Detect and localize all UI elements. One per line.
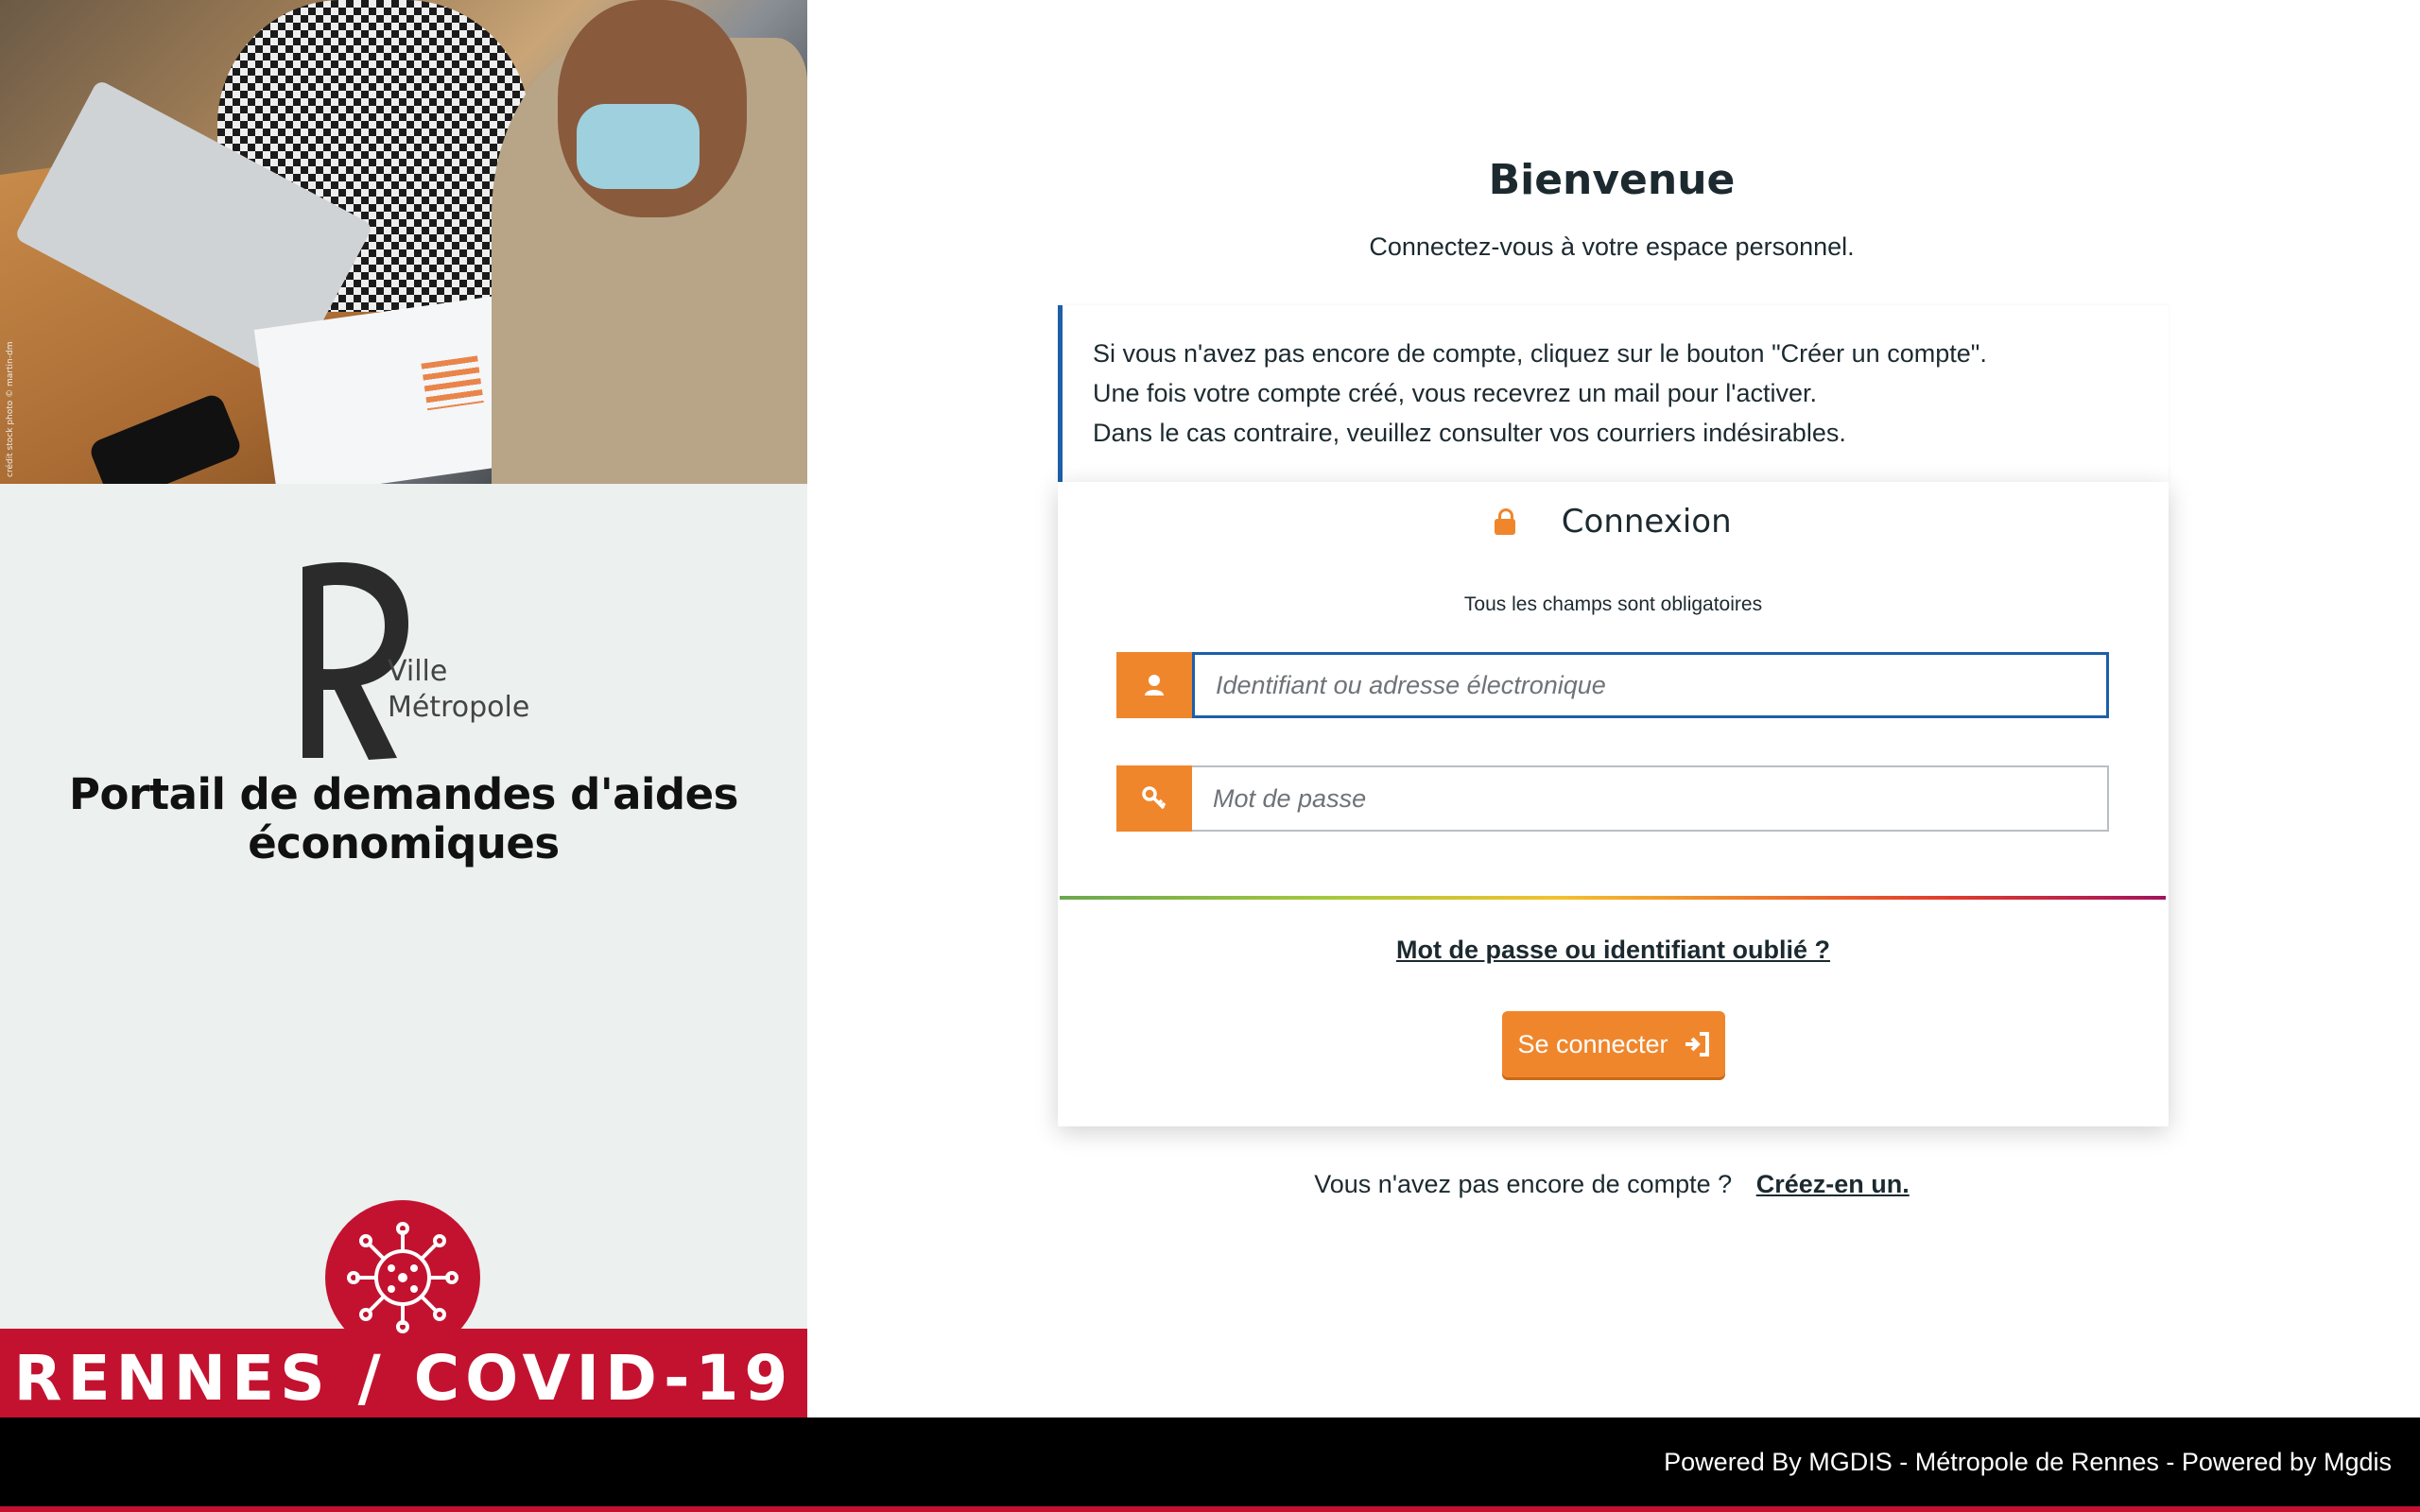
login-header: Connexion xyxy=(1058,503,2169,541)
lock-icon xyxy=(1495,508,1516,535)
info-box: Si vous n'avez pas encore de compte, cli… xyxy=(1058,305,2169,483)
photo-paper xyxy=(253,295,522,484)
required-note: Tous les champs sont obligatoires xyxy=(1463,593,1763,615)
password-input[interactable] xyxy=(1192,765,2109,832)
password-addon xyxy=(1116,765,1192,832)
create-account-link[interactable]: Créez-en un. xyxy=(1756,1170,1910,1198)
login-title: Connexion xyxy=(1561,503,1732,541)
footer-strip xyxy=(0,1506,2420,1512)
forgot-password-link[interactable]: Mot de passe ou identifiant oublié ? xyxy=(1058,936,2169,965)
photo-credit: crédit stock photo © martin-dm xyxy=(6,341,15,477)
left-panel: crédit stock photo © martin-dm Ville Mét… xyxy=(0,0,807,1418)
user-icon xyxy=(1145,675,1164,696)
login-card: Connexion Tous les champs sont obligatoi… xyxy=(1058,482,2169,1126)
photo-paper-chart xyxy=(421,355,484,411)
welcome-subtitle: Connectez-vous à votre espace personnel. xyxy=(1369,232,1855,261)
footer-text: Powered By MGDIS - Métropole de Rennes -… xyxy=(1664,1448,2392,1476)
password-field xyxy=(1116,765,2109,832)
rainbow-divider xyxy=(1060,896,2166,900)
welcome-title: Bienvenue xyxy=(1488,156,1736,204)
key-icon xyxy=(1142,786,1167,810)
logo-text-metropole: Métropole xyxy=(388,691,530,724)
header-photo: crédit stock photo © martin-dm xyxy=(0,0,807,484)
portal-title-line2: économiques xyxy=(248,818,560,868)
logo-text: Ville Métropole xyxy=(388,654,529,726)
sign-in-icon xyxy=(1685,1032,1709,1057)
username-addon xyxy=(1116,652,1192,718)
login-button-label: Se connecter xyxy=(1517,1029,1668,1058)
username-input[interactable] xyxy=(1192,652,2109,718)
footer: Powered By MGDIS - Métropole de Rennes -… xyxy=(0,1418,2420,1506)
info-line: Si vous n'avez pas encore de compte, cli… xyxy=(1093,339,1987,368)
virus-icon xyxy=(347,1222,458,1333)
portal-title: Portail de demandes d'aides économiques xyxy=(57,770,751,868)
username-field xyxy=(1116,652,2109,718)
login-button[interactable]: Se connecter xyxy=(1502,1011,1725,1077)
logo-text-ville: Ville xyxy=(388,655,448,688)
photo-mask xyxy=(577,104,700,189)
portal-title-line1: Portail de demandes d'aides xyxy=(69,769,738,819)
signup-row: Vous n'avez pas encore de compte ? Créez… xyxy=(1059,1170,2165,1199)
signup-question: Vous n'avez pas encore de compte ? xyxy=(1314,1170,1733,1198)
covid-badge xyxy=(325,1200,480,1355)
info-line: Dans le cas contraire, veuillez consulte… xyxy=(1093,419,1846,447)
info-line: Une fois votre compte créé, vous recevre… xyxy=(1093,379,1817,407)
